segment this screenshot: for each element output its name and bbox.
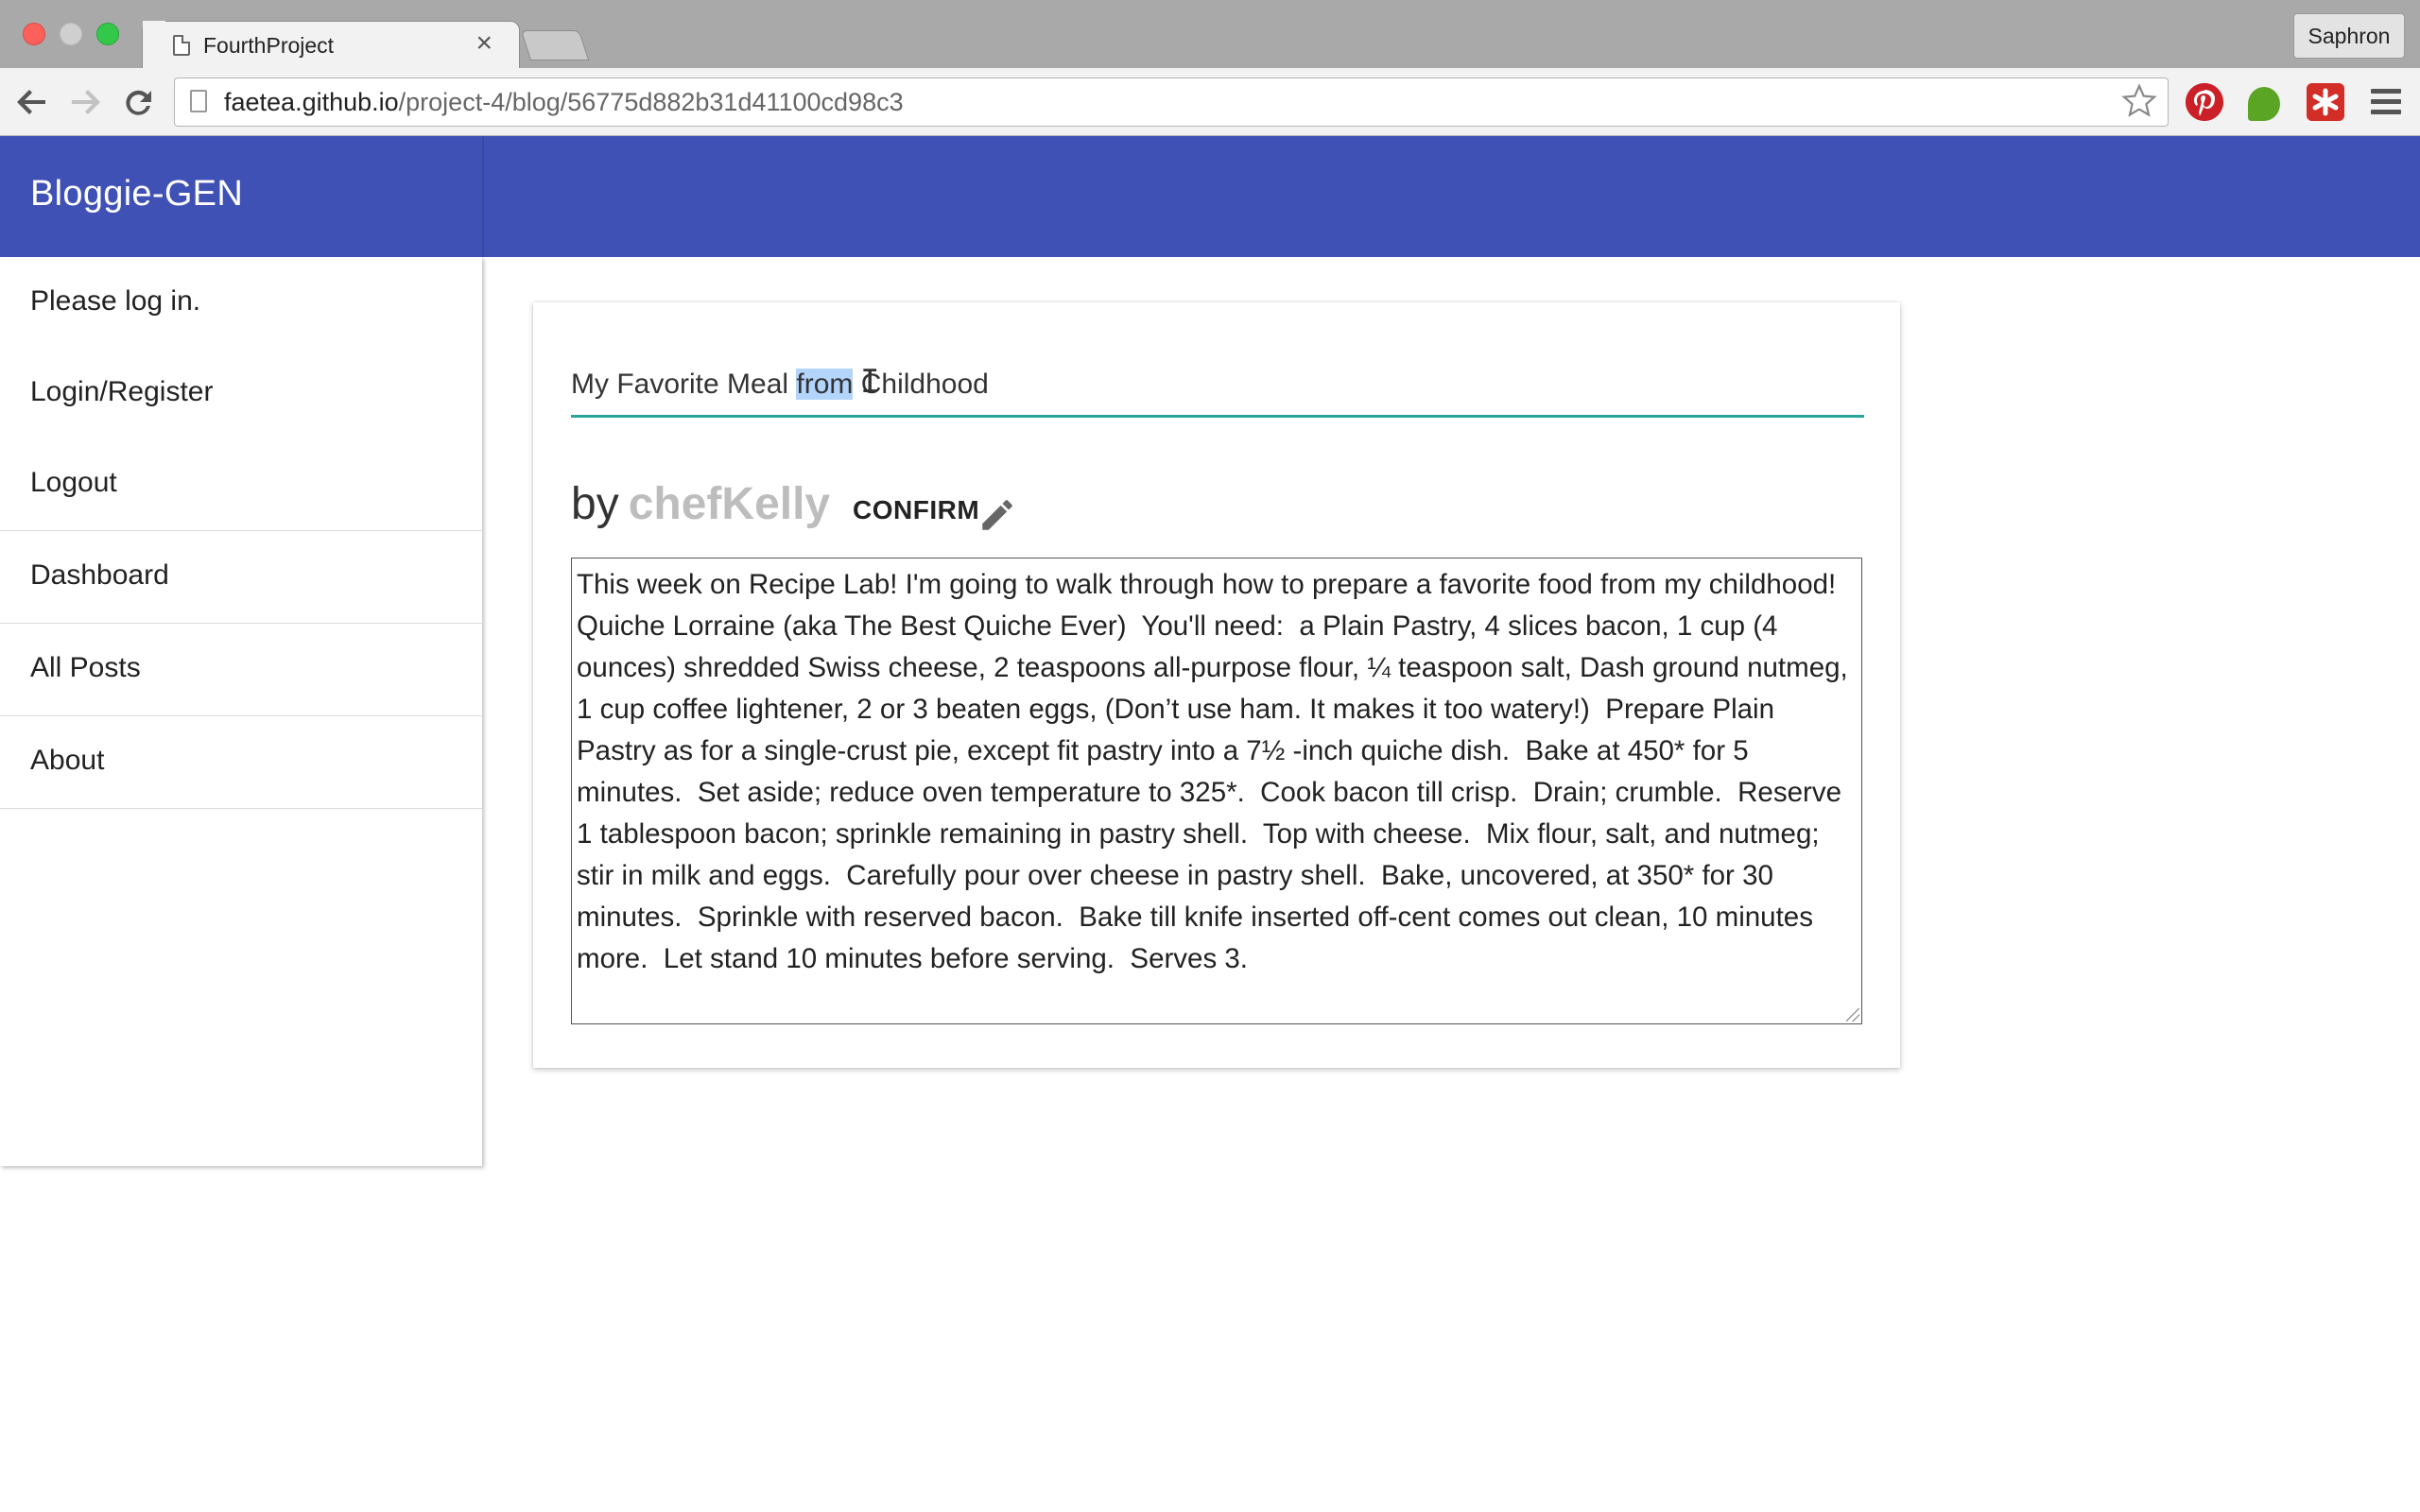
app-header: Bloggie-GEN bbox=[0, 136, 2420, 257]
browser-toolbar: faetea.github.io/project-4/blog/56775d88… bbox=[0, 68, 2420, 136]
new-tab-button[interactable] bbox=[520, 30, 590, 60]
menu-icon[interactable] bbox=[2371, 89, 2401, 120]
window-minimize-button[interactable] bbox=[60, 23, 82, 45]
back-arrow-icon[interactable] bbox=[13, 83, 51, 121]
sidebar: Please log in. Login/Register Logout Das… bbox=[0, 257, 482, 1166]
reload-icon[interactable] bbox=[119, 83, 157, 121]
sidebar-item-label: Dashboard bbox=[30, 559, 169, 591]
post-title-input[interactable]: My Favorite Meal from Childhood I bbox=[571, 359, 1864, 418]
tab-close-icon[interactable]: × bbox=[475, 27, 493, 59]
text-cursor-icon: I bbox=[860, 363, 880, 401]
url-path: /project-4/blog/56775d882b31d41100cd98c3 bbox=[398, 88, 904, 116]
sidebar-item-dashboard[interactable]: Dashboard bbox=[0, 531, 482, 624]
page-icon bbox=[190, 90, 207, 112]
author-name: chefKelly bbox=[628, 479, 831, 529]
sidebar-item-label: Login/Register bbox=[30, 376, 214, 407]
sidebar-item-all-posts[interactable]: All Posts bbox=[0, 624, 482, 716]
window-close-button[interactable] bbox=[23, 23, 45, 45]
post-body-textarea[interactable]: This week on Recipe Lab! I'm going to wa… bbox=[571, 558, 1862, 1024]
star-icon[interactable] bbox=[2120, 82, 2158, 129]
brand-title[interactable]: Bloggie-GEN bbox=[30, 174, 243, 215]
sidebar-item-logout[interactable]: Logout bbox=[0, 438, 482, 531]
post-byline: by chefKelly bbox=[571, 478, 830, 530]
window-zoom-button[interactable] bbox=[96, 23, 119, 45]
post-title-before: My Favorite Meal bbox=[571, 369, 797, 400]
browser-titlebar: FourthProject × Saphron bbox=[0, 0, 2420, 70]
url-domain: faetea.github.io bbox=[224, 88, 399, 116]
url-text: faetea.github.io/project-4/blog/56775d88… bbox=[224, 88, 904, 117]
post-title-selection: from bbox=[796, 369, 854, 400]
sidebar-item-label: Logout bbox=[30, 467, 117, 498]
sidebar-item-label: All Posts bbox=[30, 652, 141, 683]
pencil-icon[interactable] bbox=[977, 495, 1017, 535]
profile-button[interactable]: Saphron bbox=[2293, 13, 2405, 59]
tab-title: FourthProject bbox=[203, 33, 335, 58]
confirm-button[interactable]: CONFIRM bbox=[853, 495, 979, 535]
browser-tab-active[interactable]: FourthProject × bbox=[142, 21, 520, 70]
sidebar-item-about[interactable]: About bbox=[0, 716, 482, 809]
sidebar-item-label: About bbox=[30, 745, 105, 776]
post-title-text: My Favorite Meal from Childhood bbox=[571, 369, 989, 401]
page-icon bbox=[173, 35, 190, 56]
sidebar-item-login-register[interactable]: Login/Register bbox=[0, 348, 482, 438]
lastpass-icon[interactable] bbox=[2307, 83, 2344, 121]
header-divider bbox=[482, 136, 484, 257]
forward-arrow-icon[interactable] bbox=[66, 83, 104, 121]
evernote-icon[interactable] bbox=[2248, 87, 2280, 121]
pinterest-icon[interactable] bbox=[2186, 83, 2223, 121]
sidebar-item-login-prompt: Please log in. bbox=[0, 257, 482, 348]
byline-prefix: by bbox=[571, 479, 619, 529]
web-page: Bloggie-GEN Please log in. Login/Registe… bbox=[0, 136, 2420, 1512]
sidebar-item-label: Please log in. bbox=[30, 285, 201, 317]
resize-handle-icon[interactable] bbox=[1846, 1008, 1859, 1022]
post-body-text: This week on Recipe Lab! I'm going to wa… bbox=[577, 569, 1856, 974]
address-bar[interactable]: faetea.github.io/project-4/blog/56775d88… bbox=[174, 77, 2169, 127]
post-edit-card: My Favorite Meal from Childhood I by chef… bbox=[533, 302, 1900, 1068]
